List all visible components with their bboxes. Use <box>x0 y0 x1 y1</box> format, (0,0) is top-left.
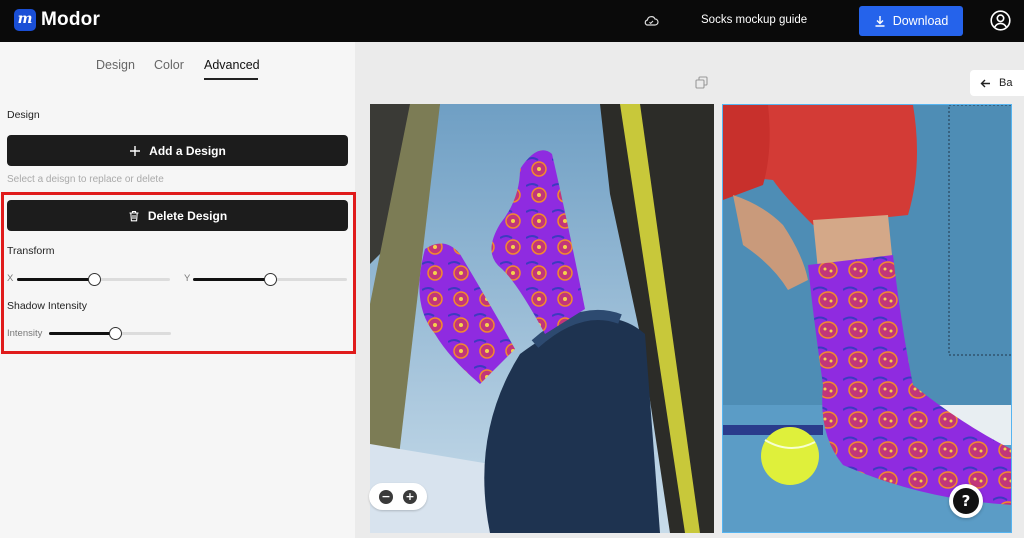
transform-label: Transform <box>7 245 55 257</box>
transform-y-handle[interactable] <box>264 273 277 286</box>
download-icon <box>875 16 885 27</box>
sock-mockup-car-window[interactable] <box>370 104 714 533</box>
socks-mockup-guide-link[interactable]: Socks mockup guide <box>701 14 807 26</box>
car-window-photo <box>370 104 714 533</box>
trash-icon <box>129 210 139 221</box>
back-label: Ba <box>999 77 1013 89</box>
top-bar: m Modor Socks mockup guide Download <box>0 0 1024 42</box>
settings-sidebar: Design Color Advanced Design Add a Desig… <box>0 42 356 538</box>
transform-y-fill <box>193 278 270 281</box>
shadow-intensity-label: Shadow Intensity <box>7 300 87 312</box>
app-logo[interactable]: m Modor <box>14 9 100 31</box>
delete-design-label: Delete Design <box>147 208 228 223</box>
zoom-in-button[interactable]: + <box>403 489 417 504</box>
download-label: Download <box>892 14 949 28</box>
design-section-label: Design <box>7 109 40 121</box>
transform-x-label: X <box>7 273 14 284</box>
zoom-out-button[interactable]: − <box>379 489 393 504</box>
transform-y-label: Y <box>184 273 191 284</box>
shadow-intensity-slider[interactable] <box>49 327 171 340</box>
delete-design-button[interactable]: Delete Design <box>7 200 348 231</box>
tennis-photo <box>723 105 1011 532</box>
copy-icon[interactable] <box>695 76 708 89</box>
tab-advanced[interactable]: Advanced <box>204 58 260 72</box>
logo-text: Modor <box>41 9 101 30</box>
cloud-sync-icon[interactable] <box>643 13 659 29</box>
help-icon: ? <box>953 488 979 514</box>
arrow-left-icon <box>980 79 990 87</box>
add-design-button[interactable]: Add a Design <box>7 135 348 166</box>
plus-icon <box>130 145 141 156</box>
design-hint-text: Select a deisgn to replace or delete <box>7 174 164 185</box>
intensity-label: Intensity <box>7 328 43 339</box>
transform-x-slider[interactable] <box>17 273 170 286</box>
logo-mark: m <box>14 9 36 31</box>
shadow-intensity-handle[interactable] <box>108 327 122 340</box>
account-circle-icon[interactable] <box>990 10 1011 31</box>
tab-color[interactable]: Color <box>154 58 184 72</box>
back-button[interactable]: Ba <box>970 70 1024 96</box>
sock-mockup-tennis[interactable] <box>722 104 1012 533</box>
transform-x-fill <box>17 278 94 281</box>
add-design-label: Add a Design <box>149 143 226 158</box>
tab-design[interactable]: Design <box>96 58 135 72</box>
active-tab-indicator <box>204 78 258 80</box>
transform-x-handle[interactable] <box>87 273 101 286</box>
zoom-controls: − + <box>369 483 427 510</box>
shadow-intensity-fill <box>49 332 115 335</box>
transform-y-slider[interactable] <box>193 273 347 286</box>
download-button[interactable]: Download <box>859 6 963 36</box>
help-button[interactable]: ? <box>949 484 983 518</box>
